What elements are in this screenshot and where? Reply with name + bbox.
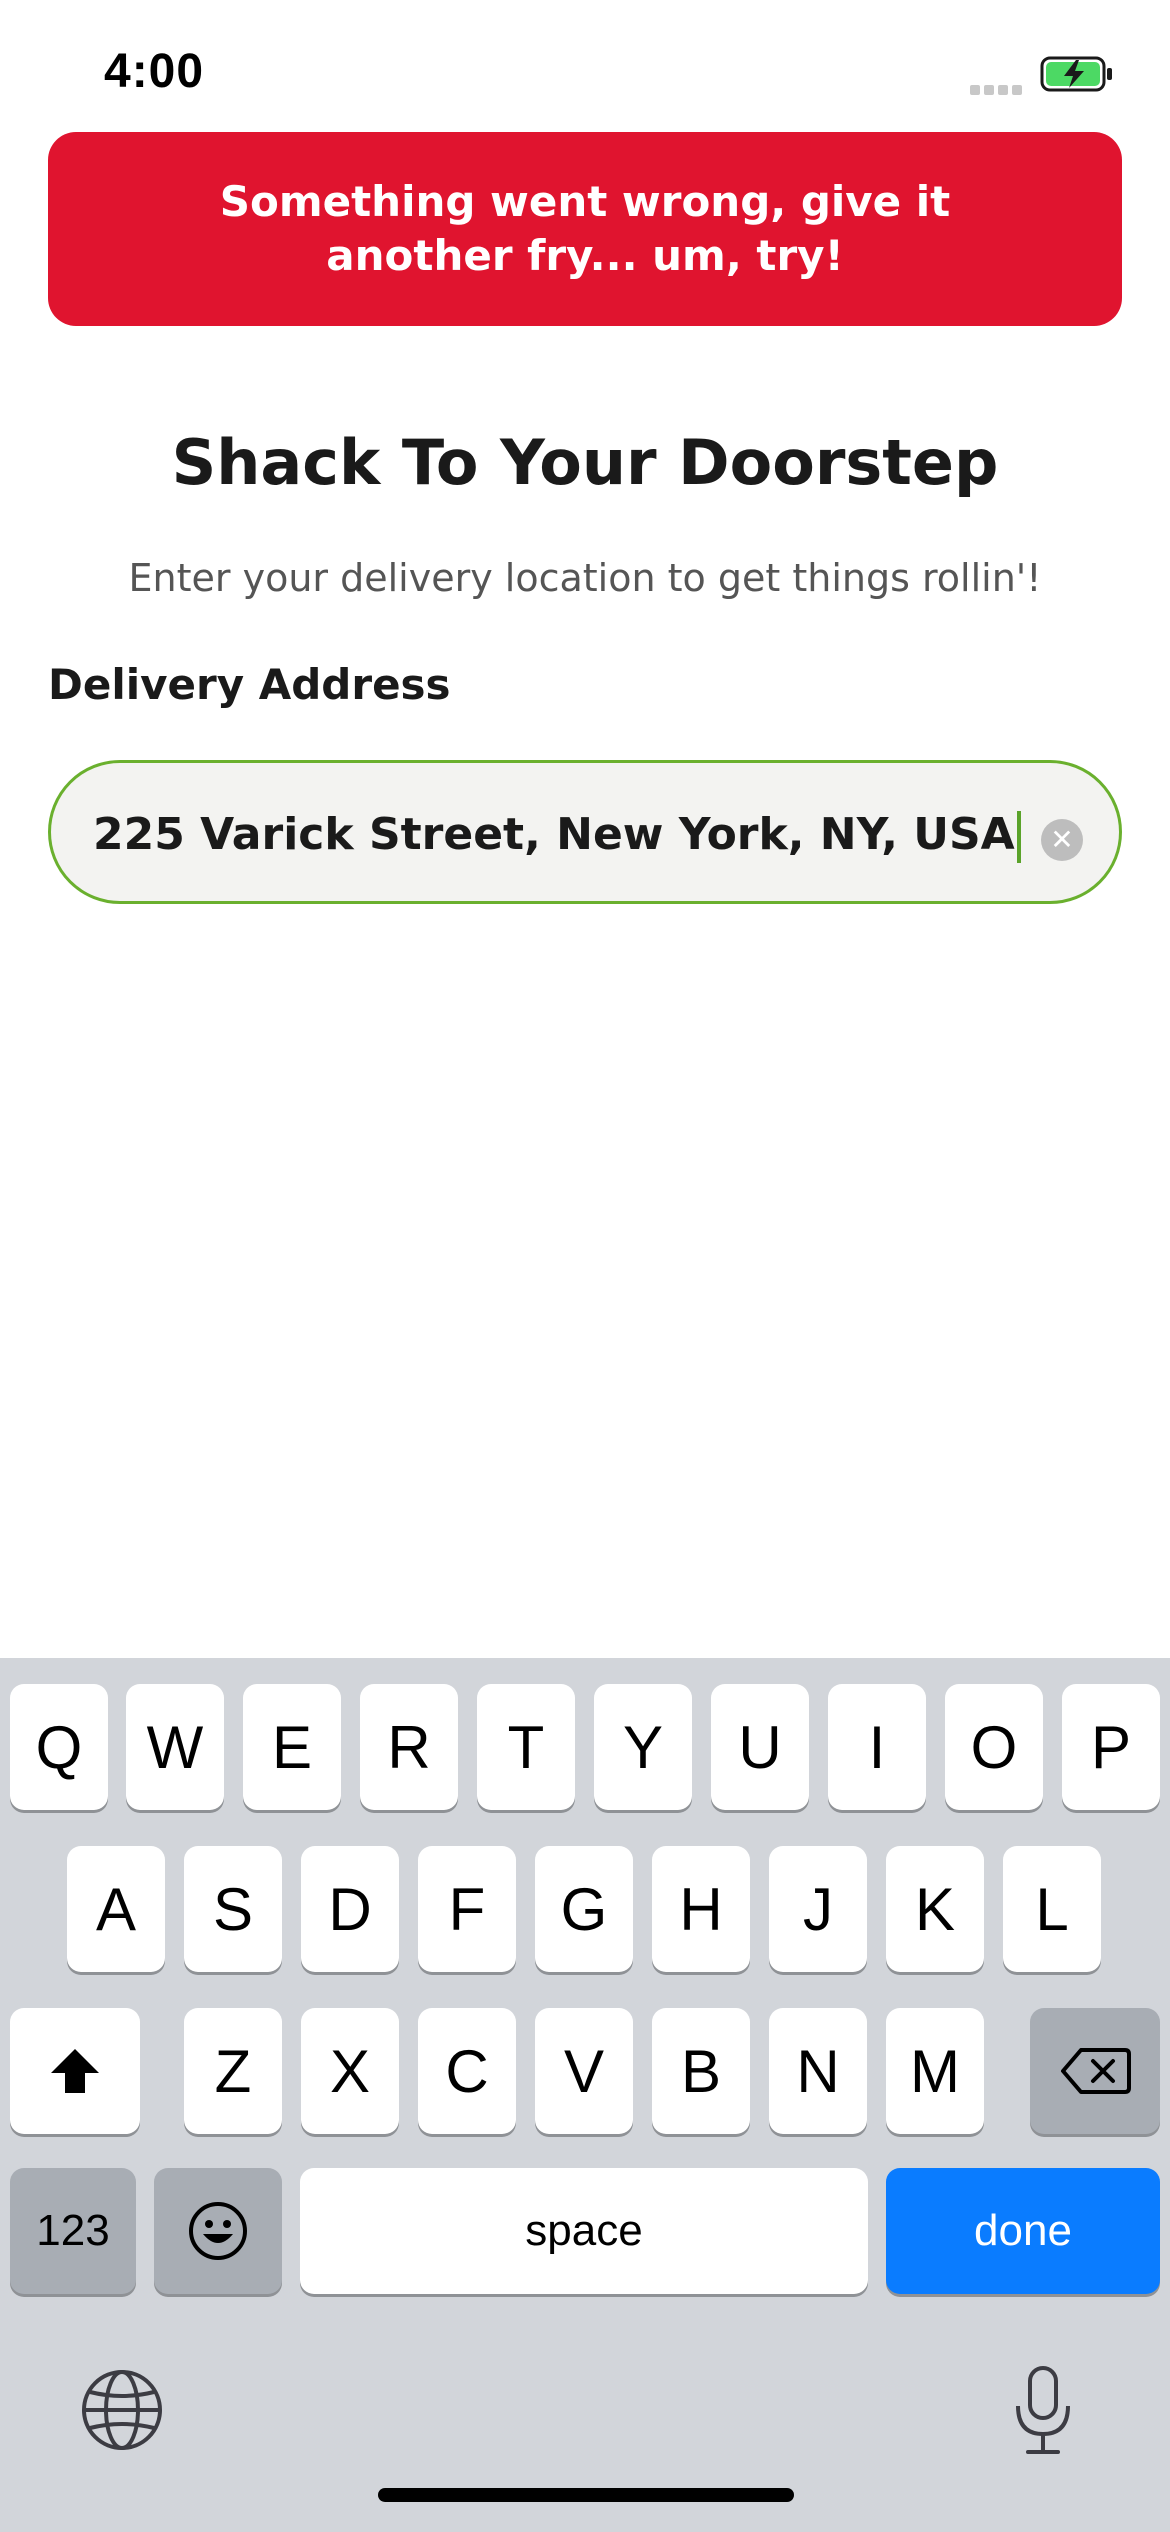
- key-o[interactable]: O: [945, 1684, 1043, 1810]
- key-j[interactable]: J: [769, 1846, 867, 1972]
- status-time: 4:00: [104, 45, 205, 98]
- key-g[interactable]: G: [535, 1846, 633, 1972]
- error-message: Something went wrong, give it another fr…: [219, 177, 951, 280]
- delivery-address-label: Delivery Address: [48, 660, 451, 709]
- key-n[interactable]: N: [769, 2008, 867, 2134]
- space-key[interactable]: space: [300, 2168, 868, 2294]
- numbers-key[interactable]: 123: [10, 2168, 136, 2294]
- done-key[interactable]: done: [886, 2168, 1160, 2294]
- key-i[interactable]: I: [828, 1684, 926, 1810]
- key-u[interactable]: U: [711, 1684, 809, 1810]
- emoji-icon: [189, 2202, 247, 2260]
- home-indicator: [378, 2488, 794, 2502]
- globe-icon[interactable]: [80, 2368, 164, 2452]
- key-w[interactable]: W: [126, 1684, 224, 1810]
- shift-icon: [51, 2049, 99, 2093]
- key-t[interactable]: T: [477, 1684, 575, 1810]
- emoji-key[interactable]: [154, 2168, 282, 2294]
- text-caret: [1016, 811, 1021, 863]
- keyboard: Q W E R T Y U I O P A S D F G H J K L Z …: [0, 1658, 1170, 2532]
- page-subtitle: Enter your delivery location to get thin…: [128, 556, 1042, 600]
- key-q[interactable]: Q: [10, 1684, 108, 1810]
- key-y[interactable]: Y: [594, 1684, 692, 1810]
- page-title: Shack To Your Doorstep: [171, 426, 999, 499]
- key-l[interactable]: L: [1003, 1846, 1101, 1972]
- key-p[interactable]: P: [1062, 1684, 1160, 1810]
- delivery-address-input[interactable]: 225 Varick Street, New York, NY, USA ✕: [48, 760, 1122, 904]
- key-a[interactable]: A: [67, 1846, 165, 1972]
- key-b[interactable]: B: [652, 2008, 750, 2134]
- key-f[interactable]: F: [418, 1846, 516, 1972]
- address-value[interactable]: 225 Varick Street, New York, NY, USA: [93, 809, 1021, 863]
- backspace-icon: [1061, 2048, 1131, 2094]
- error-banner: Something went wrong, give it another fr…: [48, 132, 1122, 326]
- address-text: 225 Varick Street, New York, NY, USA: [93, 809, 1015, 860]
- battery-charging-icon: [1040, 56, 1112, 92]
- key-k[interactable]: K: [886, 1846, 984, 1972]
- key-x[interactable]: X: [301, 2008, 399, 2134]
- status-bar: 4:00: [0, 0, 1170, 130]
- key-r[interactable]: R: [360, 1684, 458, 1810]
- key-c[interactable]: C: [418, 2008, 516, 2134]
- key-e[interactable]: E: [243, 1684, 341, 1810]
- shift-key[interactable]: [10, 2008, 140, 2134]
- key-h[interactable]: H: [652, 1846, 750, 1972]
- clear-icon[interactable]: ✕: [1041, 819, 1083, 861]
- signal-icon: [970, 80, 1026, 95]
- microphone-icon[interactable]: [1010, 2364, 1076, 2456]
- backspace-key[interactable]: [1030, 2008, 1160, 2134]
- key-s[interactable]: S: [184, 1846, 282, 1972]
- key-d[interactable]: D: [301, 1846, 399, 1972]
- key-z[interactable]: Z: [184, 2008, 282, 2134]
- key-m[interactable]: M: [886, 2008, 984, 2134]
- key-v[interactable]: V: [535, 2008, 633, 2134]
